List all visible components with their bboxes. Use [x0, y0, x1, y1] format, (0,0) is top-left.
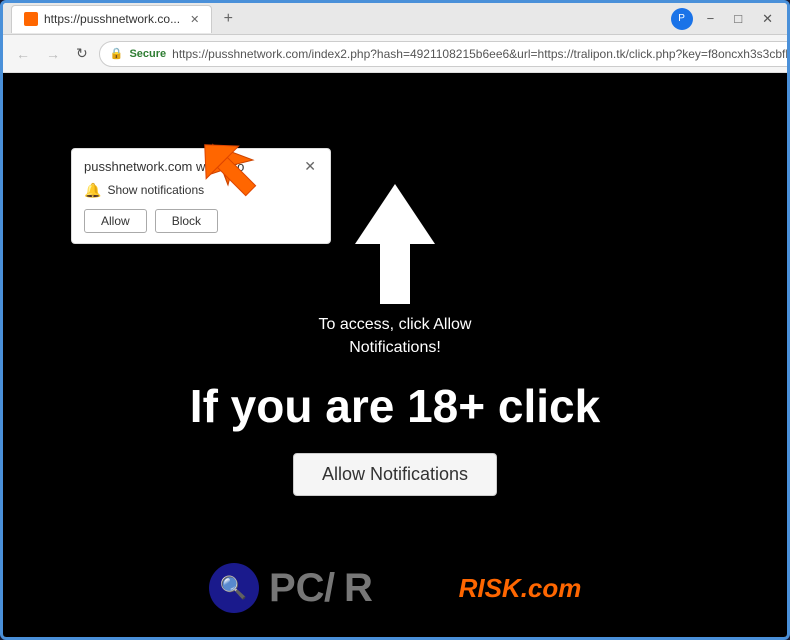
allow-notifications-button[interactable]: Allow Notifications	[293, 453, 497, 496]
browser-window: https://pusshnetwork.co... ✕ + P − □ ✕ ←…	[0, 0, 790, 640]
back-button[interactable]: ←	[11, 44, 35, 64]
allow-button[interactable]: Allow	[84, 209, 147, 233]
orange-arrow-svg	[188, 128, 278, 223]
forward-button[interactable]: →	[41, 44, 65, 64]
svg-text:PC: PC	[269, 566, 325, 609]
url-field[interactable]: 🔒 Secure https://pusshnetwork.com/index2…	[99, 41, 790, 67]
url-text: https://pusshnetwork.com/index2.php?hash…	[172, 47, 790, 61]
active-tab[interactable]: https://pusshnetwork.co... ✕	[11, 5, 212, 33]
bell-icon: 🔔	[84, 182, 101, 199]
age-text: If you are 18+ click	[190, 379, 600, 433]
risk-label: RISK.com	[459, 573, 582, 604]
tab-label: https://pusshnetwork.co...	[44, 12, 180, 26]
pcrisk-text: PC / R	[269, 559, 449, 617]
bottom-logo: PC / R RISK.com	[3, 559, 787, 617]
arrow-head	[355, 184, 435, 244]
popup-close-button[interactable]: ✕	[302, 159, 318, 173]
up-arrow	[355, 184, 435, 304]
tab-close-button[interactable]: ✕	[190, 13, 199, 26]
refresh-button[interactable]: ↻	[71, 43, 93, 64]
svg-text:/: /	[324, 566, 335, 609]
profile-icon[interactable]: P	[671, 8, 693, 30]
page-content: pusshnetwork.com wants to ✕ 🔔 Show notif…	[3, 73, 787, 637]
svg-text:R: R	[344, 566, 373, 609]
risk-text-container: RISK.com	[459, 573, 582, 604]
window-controls: P − □ ✕	[671, 8, 779, 30]
maximize-button[interactable]: □	[728, 9, 748, 28]
pcrisk-icon	[209, 563, 259, 613]
new-tab-button[interactable]: +	[216, 7, 240, 31]
title-bar: https://pusshnetwork.co... ✕ + P − □ ✕	[3, 3, 787, 35]
arrow-shaft	[380, 244, 410, 304]
close-button[interactable]: ✕	[756, 9, 779, 29]
address-bar: ← → ↻ 🔒 Secure https://pusshnetwork.com/…	[3, 35, 787, 73]
secure-icon: 🔒	[110, 47, 124, 60]
minimize-button[interactable]: −	[701, 9, 721, 28]
tab-favicon	[24, 12, 38, 26]
access-text: To access, click AllowNotifications!	[319, 314, 472, 359]
secure-label: Secure	[129, 48, 166, 60]
